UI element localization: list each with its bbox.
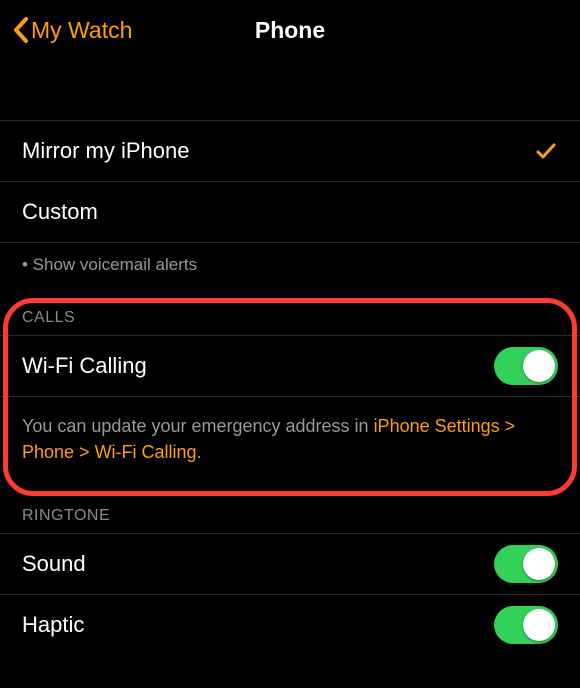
- haptic-label: Haptic: [22, 612, 84, 638]
- chevron-left-icon: [12, 16, 29, 44]
- wifi-footer-pre: You can update your emergency address in: [22, 416, 374, 436]
- header-spacer: [0, 60, 580, 120]
- ringtone-section-header: RINGTONE: [0, 483, 580, 533]
- wifi-calling-footer: You can update your emergency address in…: [0, 397, 580, 483]
- custom-row[interactable]: Custom: [0, 182, 580, 242]
- wifi-calling-row[interactable]: Wi-Fi Calling: [0, 336, 580, 396]
- calls-section: CALLS Wi-Fi Calling You can update your …: [0, 285, 580, 483]
- wifi-footer-post: .: [197, 442, 202, 462]
- haptic-toggle[interactable]: [494, 606, 558, 644]
- custom-label: Custom: [22, 199, 98, 225]
- back-button[interactable]: My Watch: [12, 16, 132, 44]
- sound-row[interactable]: Sound: [0, 534, 580, 594]
- ringtone-section: RINGTONE Sound Haptic: [0, 483, 580, 655]
- nav-bar: My Watch Phone: [0, 0, 580, 60]
- page-title: Phone: [255, 17, 325, 44]
- mirror-label: Mirror my iPhone: [22, 138, 189, 164]
- mirror-my-iphone-row[interactable]: Mirror my iPhone: [0, 121, 580, 181]
- mode-section: Mirror my iPhone Custom • Show voicemail…: [0, 120, 580, 285]
- haptic-row[interactable]: Haptic: [0, 595, 580, 655]
- voicemail-alerts-note: • Show voicemail alerts: [0, 243, 580, 285]
- calls-section-header: CALLS: [0, 285, 580, 335]
- back-label: My Watch: [31, 17, 132, 44]
- sound-label: Sound: [22, 551, 86, 577]
- checkmark-icon: [534, 139, 558, 163]
- wifi-calling-toggle[interactable]: [494, 347, 558, 385]
- sound-toggle[interactable]: [494, 545, 558, 583]
- watch-phone-settings-screen: My Watch Phone Mirror my iPhone Custom •…: [0, 0, 580, 688]
- wifi-calling-label: Wi-Fi Calling: [22, 353, 147, 379]
